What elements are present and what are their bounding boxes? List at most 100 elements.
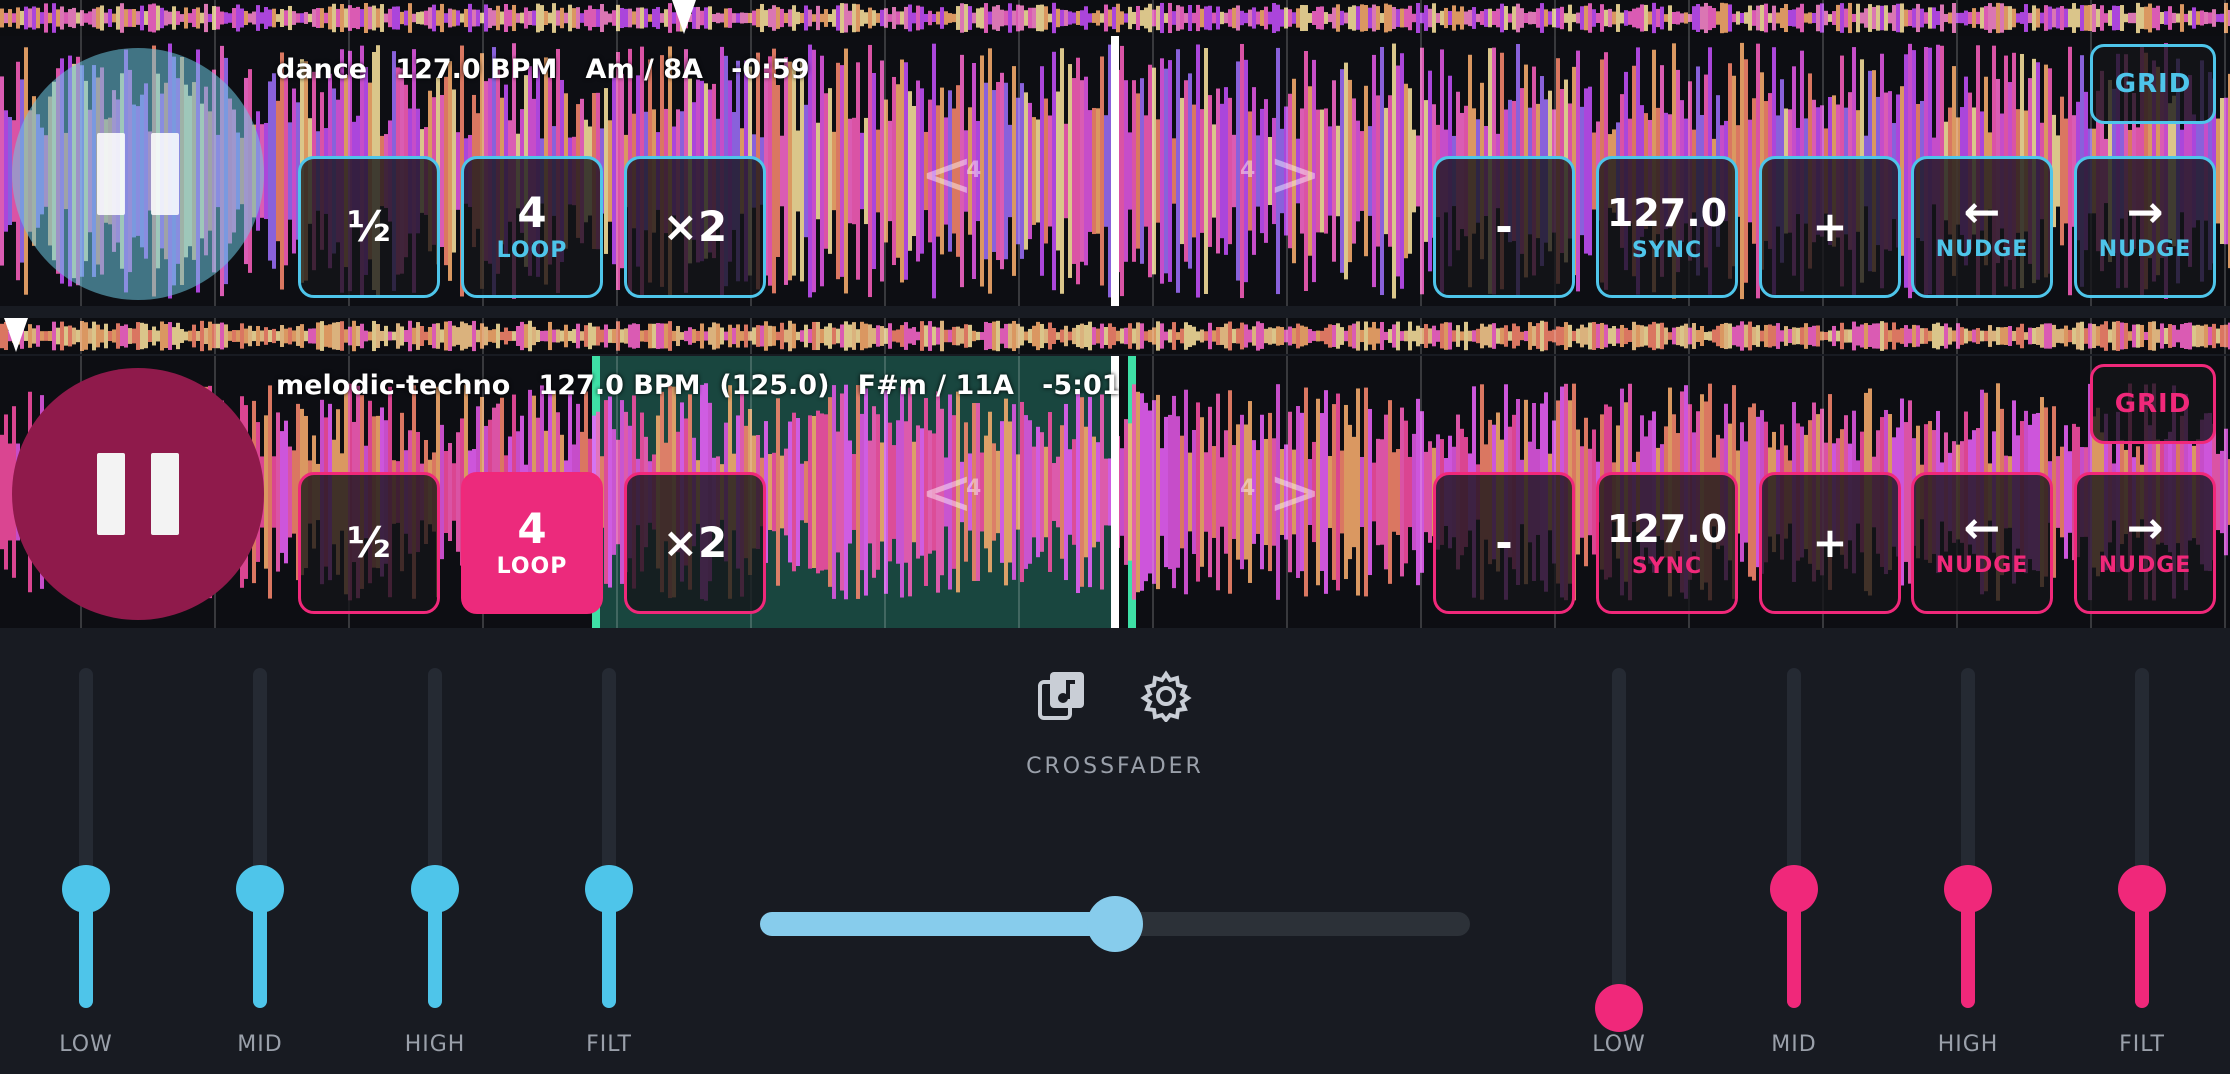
waveform-bar: [84, 13, 88, 23]
waveform-bar: [1224, 12, 1228, 24]
waveform-bar: [768, 8, 772, 28]
waveform-bar: [1096, 10, 1100, 26]
deck-b-eq-mid-slider-knob[interactable]: [1770, 865, 1818, 913]
waveform-bar: [1096, 108, 1100, 234]
deck-b-double-loop-button[interactable]: ×2: [624, 472, 766, 614]
waveform-bar: [568, 330, 572, 342]
deck-b-pause-button[interactable]: [12, 368, 264, 620]
waveform-bar: [800, 463, 804, 521]
music-library-icon[interactable]: [1036, 670, 1088, 722]
waveform-bar: [1908, 328, 1912, 344]
deck-a-eq-low-slider-knob[interactable]: [62, 865, 110, 913]
waveform-bar: [1872, 323, 1876, 349]
waveform-bar: [208, 13, 212, 23]
deck-b-loop-button[interactable]: 4 LOOP: [461, 472, 603, 614]
waveform-bar: [804, 104, 808, 238]
waveform-bar: [132, 328, 136, 344]
waveform-bar: [828, 397, 832, 587]
deck-b-eq-high-slider-knob[interactable]: [1944, 865, 1992, 913]
deck-b-halve-loop-button[interactable]: ½: [298, 472, 440, 614]
deck-a-nudge-fwd-button[interactable]: → NUDGE: [2074, 156, 2216, 298]
waveform-bar: [1136, 322, 1140, 350]
waveform-bar: [1756, 325, 1760, 347]
waveform-bar: [1064, 123, 1068, 219]
deck-a-eq-mid-slider-knob[interactable]: [236, 865, 284, 913]
waveform-bar: [872, 328, 876, 344]
pause-icon-bar: [151, 133, 179, 215]
loop-size: 4: [517, 188, 547, 237]
deck-b-nudge-fwd-button[interactable]: → NUDGE: [2074, 472, 2216, 614]
waveform-bar: [696, 6, 700, 30]
waveform-bar: [1888, 12, 1892, 24]
waveform-bar: [2020, 323, 2024, 349]
deck-a-eq-filt-slider-knob[interactable]: [585, 865, 633, 913]
waveform-bar: [1336, 4, 1340, 32]
waveform-bar: [1868, 4, 1872, 32]
waveform-bar: [1036, 321, 1040, 351]
deck-a-sync-button[interactable]: 127.0 SYNC: [1596, 156, 1738, 298]
waveform-bar: [2076, 322, 2080, 350]
waveform-bar: [844, 3, 848, 33]
waveform-bar: [1008, 421, 1012, 563]
grid-label: GRID: [2114, 69, 2192, 99]
deck-b-eq-low-slider-knob[interactable]: [1595, 984, 1643, 1032]
waveform-bar: [1004, 398, 1008, 586]
deck-b-eq-filt-slider-knob[interactable]: [2118, 865, 2166, 913]
deck-a-overview-waveform[interactable]: [0, 0, 2230, 36]
gear-icon[interactable]: [1140, 670, 1192, 722]
waveform-bar: [912, 327, 916, 345]
waveform-bar: [260, 12, 264, 24]
deck-a-loop-button[interactable]: 4 LOOP: [461, 156, 603, 298]
deck-a-double-loop-button[interactable]: ×2: [624, 156, 766, 298]
deck-b-overview-waveform[interactable]: [0, 318, 2230, 354]
waveform-bar: [452, 463, 456, 521]
waveform-bar: [1780, 8, 1784, 28]
waveform-bar: [652, 323, 656, 349]
waveform-bar: [1020, 83, 1024, 259]
deck-b-tempo-down-button[interactable]: -: [1433, 472, 1575, 614]
waveform-bar: [116, 6, 120, 30]
waveform-bar: [1736, 325, 1740, 347]
deck-b-eq-low-slider-track[interactable]: [1612, 668, 1626, 1008]
waveform-bar: [944, 11, 948, 25]
deck-a-tempo-up-button[interactable]: +: [1759, 156, 1901, 298]
waveform-bar: [928, 321, 932, 351]
waveform-bar: [636, 324, 640, 348]
deck-a-beatjump-fwd-icon[interactable]: >: [1268, 138, 1322, 212]
waveform-bar: [356, 325, 360, 347]
deck-a-halve-loop-button[interactable]: ½: [298, 156, 440, 298]
waveform-bar: [612, 429, 616, 555]
waveform-bar: [1516, 3, 1520, 33]
waveform-bar: [1140, 393, 1144, 591]
deck-b-grid-button[interactable]: GRID: [2090, 364, 2216, 444]
waveform-bar: [1100, 56, 1104, 286]
deck-a-grid-button[interactable]: GRID: [2090, 44, 2216, 124]
waveform-bar: [632, 323, 636, 349]
waveform-bar: [1780, 330, 1784, 342]
waveform-bar: [392, 6, 396, 30]
waveform-bar: [1948, 12, 1952, 24]
waveform-bar: [2148, 321, 2152, 351]
waveform-bar: [252, 330, 256, 342]
waveform-bar: [420, 326, 424, 346]
waveform-bar: [812, 321, 816, 351]
deck-a-pause-button[interactable]: [12, 48, 264, 300]
waveform-bar: [1204, 48, 1208, 294]
deck-a-tempo-down-button[interactable]: -: [1433, 156, 1575, 298]
waveform-bar: [2012, 8, 2016, 28]
waveform-bar: [764, 321, 768, 351]
crossfader-knob[interactable]: [1087, 896, 1143, 952]
waveform-bar: [1036, 4, 1040, 32]
waveform-bar: [780, 455, 784, 529]
deck-b-tempo-up-button[interactable]: +: [1759, 472, 1901, 614]
deck-a-eq-high-slider-knob[interactable]: [411, 865, 459, 913]
deck-a-nudge-back-button[interactable]: ← NUDGE: [1911, 156, 2053, 298]
waveform-bar: [1788, 9, 1792, 27]
deck-b-sync-button[interactable]: 127.0 SYNC: [1596, 472, 1738, 614]
waveform-bar: [2036, 8, 2040, 28]
waveform-bar: [1492, 323, 1496, 349]
deck-b-nudge-back-button[interactable]: ← NUDGE: [1911, 472, 2053, 614]
waveform-bar: [1080, 323, 1084, 349]
deck-b-beatjump-fwd-icon[interactable]: >: [1268, 456, 1322, 530]
waveform-bar: [288, 5, 292, 31]
